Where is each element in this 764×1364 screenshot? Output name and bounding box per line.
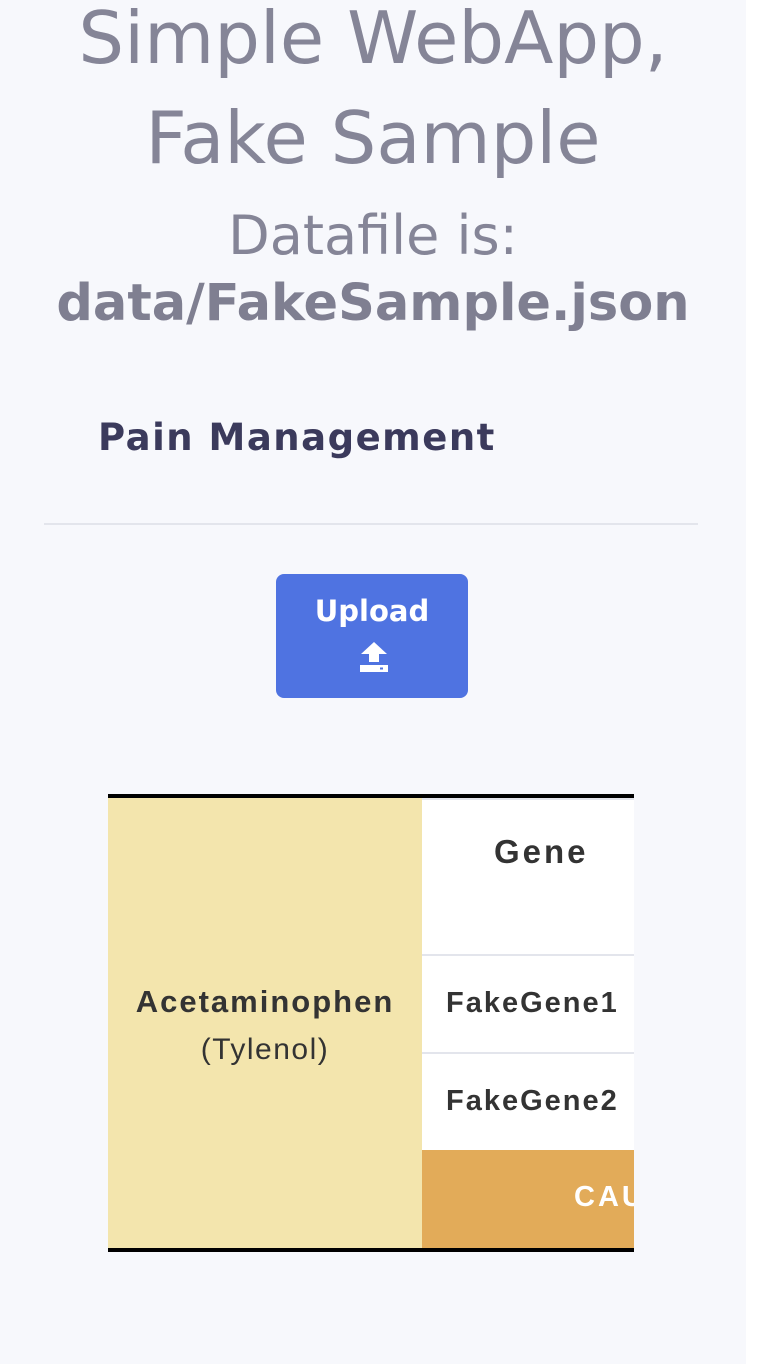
drug-name: Acetaminophen — [135, 984, 395, 1019]
table-row: FakeGene1 — [422, 954, 634, 1052]
divider — [44, 523, 698, 525]
page: Simple WebApp, Fake Sample Datafile is: … — [0, 0, 746, 1364]
gene-header-cell: Gene — [422, 798, 634, 954]
status-text: CAUTION — [574, 1181, 634, 1213]
upload-button[interactable]: Upload — [276, 574, 468, 698]
gene-name: FakeGene1 — [446, 987, 619, 1019]
app-title-line2: Fake Sample — [145, 96, 601, 180]
gene-column: Gene FakeGene1 FakeGene2 CAUTION — [422, 798, 634, 1248]
drug-alias: (Tylenol) — [200, 1033, 330, 1066]
upload-icon — [360, 642, 388, 672]
status-banner: CAUTION — [422, 1150, 634, 1248]
app-title-line1: Simple WebApp, — [78, 0, 668, 80]
section-title: Pain Management — [98, 416, 496, 459]
drug-table: Acetaminophen (Tylenol) Gene FakeGene1 F… — [108, 794, 634, 1252]
table-row: FakeGene2 — [422, 1052, 634, 1150]
drug-cell: Acetaminophen (Tylenol) — [108, 798, 422, 1248]
upload-button-label: Upload — [314, 594, 430, 628]
gene-header: Gene — [494, 833, 589, 870]
gene-name: FakeGene2 — [446, 1085, 619, 1117]
datafile-label: Datafile is: — [228, 204, 518, 267]
datafile-path: data/FakeSample.json — [56, 274, 690, 333]
